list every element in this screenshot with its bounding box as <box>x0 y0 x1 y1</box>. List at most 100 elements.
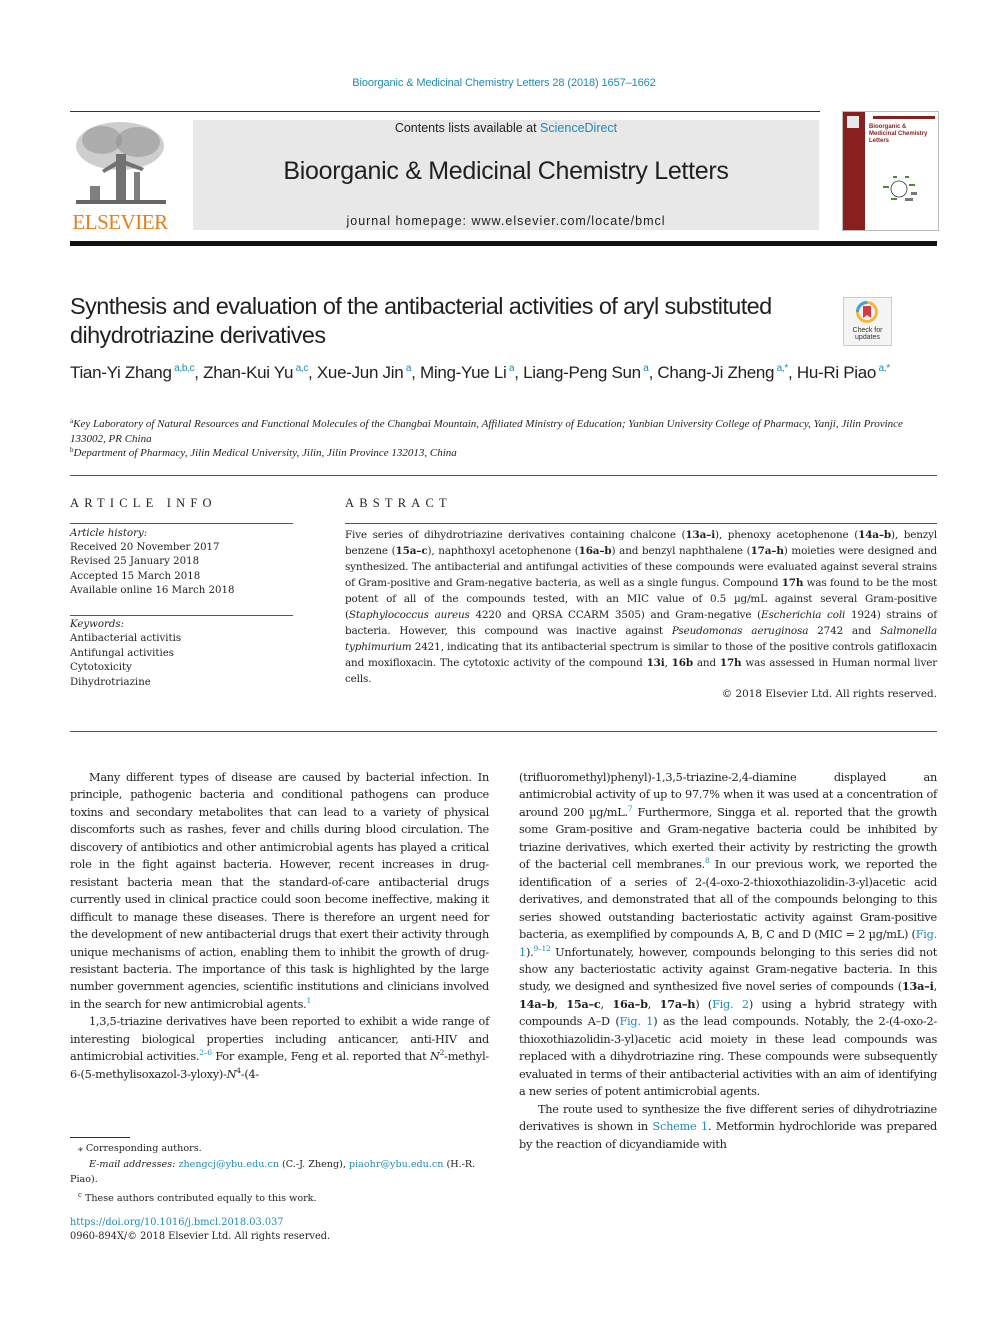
italic-term: Escherichia coli <box>761 608 846 621</box>
author-affiliation-link[interactable]: a,c <box>293 363 309 374</box>
article-title: Synthesis and evaluation of the antibact… <box>70 293 772 348</box>
footnotes: ⁎ Corresponding authors. E-mail addresse… <box>70 1141 489 1206</box>
figure-ref-link[interactable]: Fig. 1 <box>619 1015 653 1028</box>
journal-cover-thumbnail[interactable]: Bioorganic & Medicinal Chemistry Letters <box>842 111 939 231</box>
footnote-rule <box>70 1137 130 1138</box>
body-paragraph: (trifluoromethyl)phenyl)-1,3,5-triazine-… <box>519 771 937 1099</box>
author-name[interactable]: Hu-Ri Piao <box>797 363 877 382</box>
history-revised: Revised 25 January 2018 <box>70 556 200 568</box>
check-for-updates-button[interactable]: Check for updates <box>843 297 892 346</box>
abstract-copyright: © 2018 Elsevier Ltd. All rights reserved… <box>721 688 937 700</box>
compound-id: 13i <box>646 656 665 669</box>
body-rule <box>70 731 937 732</box>
compound-id: 16a–b <box>612 996 648 1011</box>
header-thick-rule <box>70 241 937 246</box>
author-name[interactable]: Ming-Yue Li <box>420 363 507 382</box>
affiliation-key: a <box>70 417 74 425</box>
author-affiliation-link[interactable]: a <box>641 363 649 374</box>
abstract-rule <box>345 523 937 524</box>
author-name[interactable]: Tian-Yi Zhang <box>70 363 172 382</box>
figure-ref-link[interactable]: Fig. 2 <box>712 998 749 1011</box>
article-history: Article history: Received 20 November 20… <box>70 527 293 598</box>
equal-contribution-text: These authors contributed equally to thi… <box>81 1192 317 1204</box>
body-column-left: Many different types of disease are caus… <box>70 769 489 1083</box>
affiliation-a: aKey Laboratory of Natural Resources and… <box>70 417 903 445</box>
cover-spine <box>843 112 865 230</box>
article-info-rule <box>70 523 293 524</box>
elsevier-tree-icon <box>76 122 166 204</box>
italic-term: N <box>429 1050 440 1064</box>
figure-ref-link[interactable]: Fig. 1 <box>519 928 937 958</box>
compound-id: 17a–h <box>750 544 784 557</box>
homepage-prefix: journal homepage: <box>346 214 472 228</box>
compound-id: 16b <box>671 656 693 669</box>
author-name[interactable]: Zhan-Kui Yu <box>203 363 293 382</box>
abstract-heading: ABSTRACT <box>345 496 452 510</box>
superscript: 2 <box>439 1048 445 1058</box>
body-paragraph: Many different types of disease are caus… <box>70 771 489 1011</box>
compound-id: 13a–i <box>685 529 716 541</box>
italic-term: N <box>226 1067 237 1081</box>
check-for-updates-label: Check for updates <box>852 327 883 341</box>
superscript: 4 <box>236 1065 241 1075</box>
citation-ref-link[interactable]: 2–6 <box>199 1048 212 1057</box>
journal-citation-link[interactable]: Bioorganic & Medicinal Chemistry Letters… <box>0 77 992 89</box>
italic-term: Salmonella typhimurium <box>345 624 938 653</box>
history-received: Received 20 November 2017 <box>70 542 220 554</box>
cover-molecule-icon <box>883 176 917 201</box>
keyword-item: Antifungal activities <box>70 647 175 659</box>
elsevier-logo[interactable]: ELSEVIER <box>70 118 170 234</box>
citation-ref-link[interactable]: 8 <box>705 856 710 865</box>
contents-prefix: Contents lists available at <box>394 121 541 135</box>
doi-link[interactable]: https://doi.org/10.1016/j.bmcl.2018.03.0… <box>70 1217 284 1228</box>
author-affiliation-link[interactable]: a,b,c <box>172 363 194 374</box>
citation-ref-link[interactable]: 7 <box>628 804 633 813</box>
email-addresses: E-mail addresses: zhengcj@ybu.edu.cn (C.… <box>70 1157 489 1188</box>
body-paragraph: 1,3,5-triazine derivatives have been rep… <box>70 1015 489 1081</box>
body-column-right: (trifluoromethyl)phenyl)-1,3,5-triazine-… <box>519 769 937 1153</box>
history-accepted: Accepted 15 March 2018 <box>70 570 201 582</box>
compound-id: 17a–h <box>659 996 696 1011</box>
keyword-item: Dihydrotriazine <box>70 676 151 688</box>
elsevier-wordmark: ELSEVIER <box>72 210 168 234</box>
keyword-item: Cytotoxicity <box>70 662 132 674</box>
journal-homepage-link[interactable]: www.elsevier.com/locate/bmcl <box>472 214 666 228</box>
history-online: Available online 16 March 2018 <box>70 584 235 596</box>
body-paragraph: The route used to synthesize the five di… <box>519 1102 937 1151</box>
article-history-label: Article history: <box>70 528 148 539</box>
crossmark-icon <box>856 301 878 323</box>
keywords: Keywords: Antibacterial activitis Antifu… <box>70 618 293 690</box>
author-affiliation-link[interactable]: a,* <box>876 363 891 374</box>
email-owner: (C.-J. Zheng), <box>279 1158 349 1170</box>
author-affiliation-link[interactable]: a,* <box>774 363 789 374</box>
author-affiliation-link[interactable]: a <box>506 363 515 374</box>
compound-id: 14a–b <box>858 529 892 541</box>
figure-ref-link[interactable]: Scheme 1 <box>653 1120 709 1133</box>
author-name[interactable]: Chang-Ji Zheng <box>657 363 774 382</box>
abstract-text: Five series of dihydrotriazine derivativ… <box>345 529 938 685</box>
cover-title: Bioorganic & Medicinal Chemistry Letters <box>869 124 928 144</box>
compound-id: 17h <box>719 656 742 669</box>
email-link-zheng[interactable]: zhengcj@ybu.edu.cn <box>178 1159 279 1170</box>
author-list: Tian-Yi Zhang a,b,c, Zhan-Kui Yu a,c, Xu… <box>70 363 891 382</box>
citation-ref-link[interactable]: 1 <box>307 996 312 1005</box>
email-label: E-mail addresses: <box>89 1158 176 1170</box>
compound-id: 14a–b <box>519 996 555 1011</box>
compound-id: 13a–i <box>901 979 934 994</box>
affiliations: aKey Laboratory of Natural Resources and… <box>70 417 930 461</box>
cover-title-bar <box>873 116 935 119</box>
italic-term: Staphylococcus aureus <box>348 608 470 621</box>
author-name[interactable]: Xue-Jun Jin <box>317 363 404 382</box>
cover-logo <box>847 116 859 128</box>
compound-id: 16a–b <box>578 544 612 557</box>
sciencedirect-link[interactable]: ScienceDirect <box>540 121 617 135</box>
compound-id: 15a–c <box>395 544 428 557</box>
email-link-piao[interactable]: piaohr@ybu.edu.cn <box>349 1159 443 1170</box>
author-affiliation-link[interactable]: a <box>403 363 412 374</box>
author-name[interactable]: Liang-Peng Sun <box>523 363 641 382</box>
italic-term: Pseudomonas aeruginosa <box>671 624 809 637</box>
citation-ref-link[interactable]: 9–12 <box>533 944 550 953</box>
keyword-item: Antibacterial activitis <box>70 633 182 645</box>
compound-id: 17h <box>781 576 804 589</box>
keywords-rule <box>70 615 293 616</box>
